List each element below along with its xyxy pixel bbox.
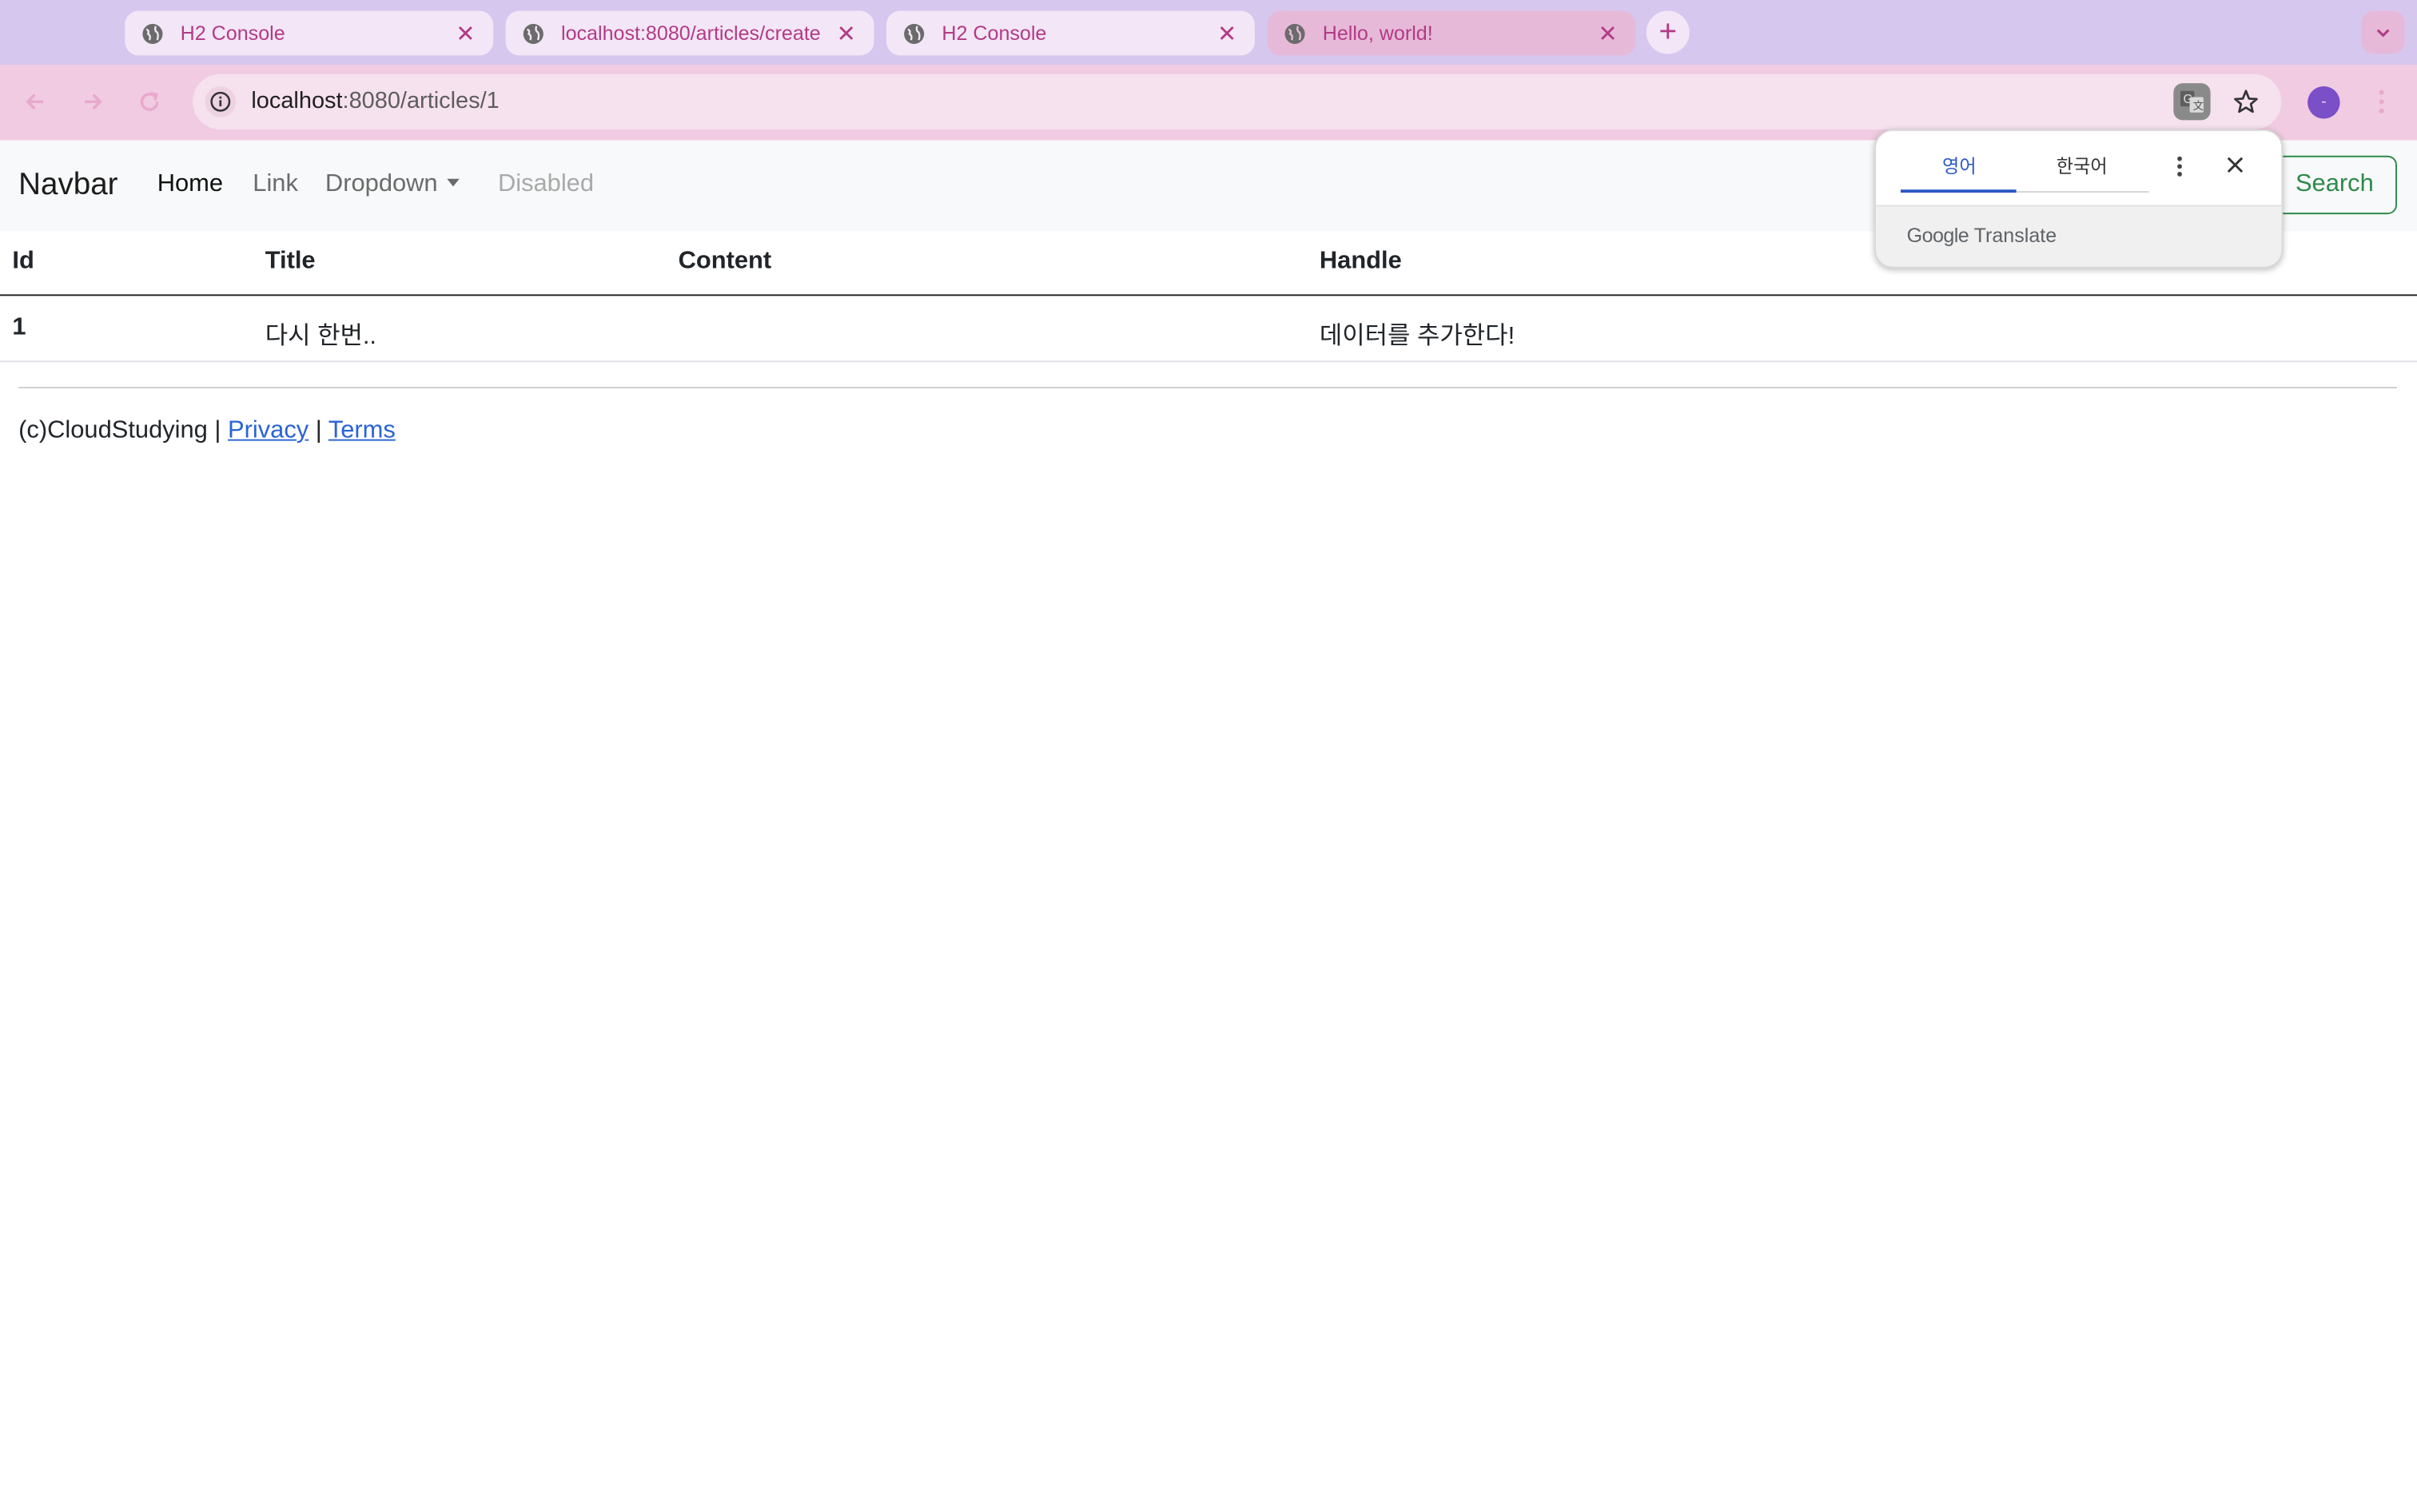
nav-disabled: Disabled — [497, 171, 595, 197]
star-icon[interactable] — [2228, 83, 2264, 120]
page-footer: (c)CloudStudying | Privacy | Terms — [18, 418, 396, 446]
url-path: :8080/articles/1 — [342, 87, 500, 114]
active-tab-indicator — [1900, 189, 2017, 193]
url-host: localhost — [251, 87, 343, 114]
search-button[interactable]: Search — [2272, 155, 2397, 215]
table-row: 1 다시 한번.. 데이터를 추가한다! — [0, 296, 2417, 363]
footer-separator: | — [315, 417, 322, 444]
nav-dropdown[interactable]: Dropdown — [325, 171, 460, 199]
close-icon[interactable] — [2221, 151, 2249, 179]
close-icon[interactable]: ✕ — [1215, 21, 1240, 47]
close-icon[interactable]: ✕ — [1595, 21, 1620, 47]
svg-text:文: 文 — [2193, 100, 2204, 113]
globe-icon — [521, 21, 546, 46]
tab-strip: H2 Console ✕ localhost:8080/articles/cre… — [0, 0, 2417, 66]
reload-icon[interactable] — [131, 83, 168, 120]
browser-window: H2 Console ✕ localhost:8080/articles/cre… — [0, 0, 2417, 1512]
tab-title: H2 Console — [942, 22, 1047, 45]
close-icon[interactable]: ✕ — [834, 21, 858, 47]
privacy-link[interactable]: Privacy — [228, 418, 309, 444]
nav-dropdown-label: Dropdown — [325, 171, 438, 197]
info-icon[interactable] — [205, 86, 237, 117]
footer-text: (c)CloudStudying | — [18, 417, 221, 444]
tab-title: Hello, world! — [1322, 22, 1433, 45]
tab-title: H2 Console — [180, 22, 285, 45]
globe-icon — [902, 21, 926, 46]
google-translate-brand: Google Translate — [1907, 224, 2057, 247]
navbar-brand[interactable]: Navbar — [18, 168, 117, 203]
nav-home[interactable]: Home — [157, 171, 223, 199]
profile-avatar[interactable]: - — [2307, 86, 2340, 119]
back-arrow-icon[interactable] — [17, 83, 54, 120]
plus-icon[interactable]: + — [1646, 10, 1690, 54]
translate-tab-korean[interactable]: 한국어 — [2057, 153, 2108, 179]
tab-articles-create[interactable]: localhost:8080/articles/create ✕ — [505, 10, 874, 56]
globe-icon — [141, 21, 165, 46]
translate-icon[interactable]: G文 — [2173, 83, 2211, 121]
header-handle: Handle — [1319, 248, 1402, 275]
address-bar[interactable]: localhost:8080/articles/1 G文 — [193, 74, 2282, 130]
tab-h2-console-2[interactable]: H2 Console ✕ — [886, 10, 1255, 56]
translate-label: Translate — [1973, 223, 2057, 247]
cell-handle: 데이터를 추가한다! — [1319, 324, 1515, 350]
translate-popup: 영어 한국어 Google Translate — [1874, 129, 2284, 269]
tab-hello-world[interactable]: Hello, world! ✕ — [1267, 10, 1636, 56]
popup-footer: Google Translate — [1876, 205, 2282, 267]
terms-link[interactable]: Terms — [329, 418, 396, 444]
tab-h2-console-1[interactable]: H2 Console ✕ — [125, 10, 494, 56]
cell-id: 1 — [12, 314, 26, 341]
header-title: Title — [265, 248, 316, 275]
more-vert-icon[interactable] — [2168, 153, 2192, 181]
more-vert-icon[interactable] — [2366, 83, 2397, 120]
globe-icon — [1283, 21, 1308, 46]
caret-down-icon — [447, 178, 460, 187]
forward-arrow-icon[interactable] — [74, 83, 111, 120]
url-text[interactable]: localhost:8080/articles/1 — [251, 88, 499, 114]
header-content: Content — [678, 248, 772, 275]
header-id: Id — [12, 248, 34, 275]
chevron-down-icon[interactable] — [2361, 10, 2405, 54]
footer-divider — [18, 387, 2397, 389]
google-wordmark: Google — [1906, 223, 1969, 247]
translate-tab-english[interactable]: 영어 — [1942, 153, 1977, 179]
cell-title: 다시 한번.. — [265, 324, 377, 350]
close-icon[interactable]: ✕ — [453, 21, 478, 47]
nav-link[interactable]: Link — [253, 171, 298, 199]
tab-title: localhost:8080/articles/create — [561, 22, 821, 45]
